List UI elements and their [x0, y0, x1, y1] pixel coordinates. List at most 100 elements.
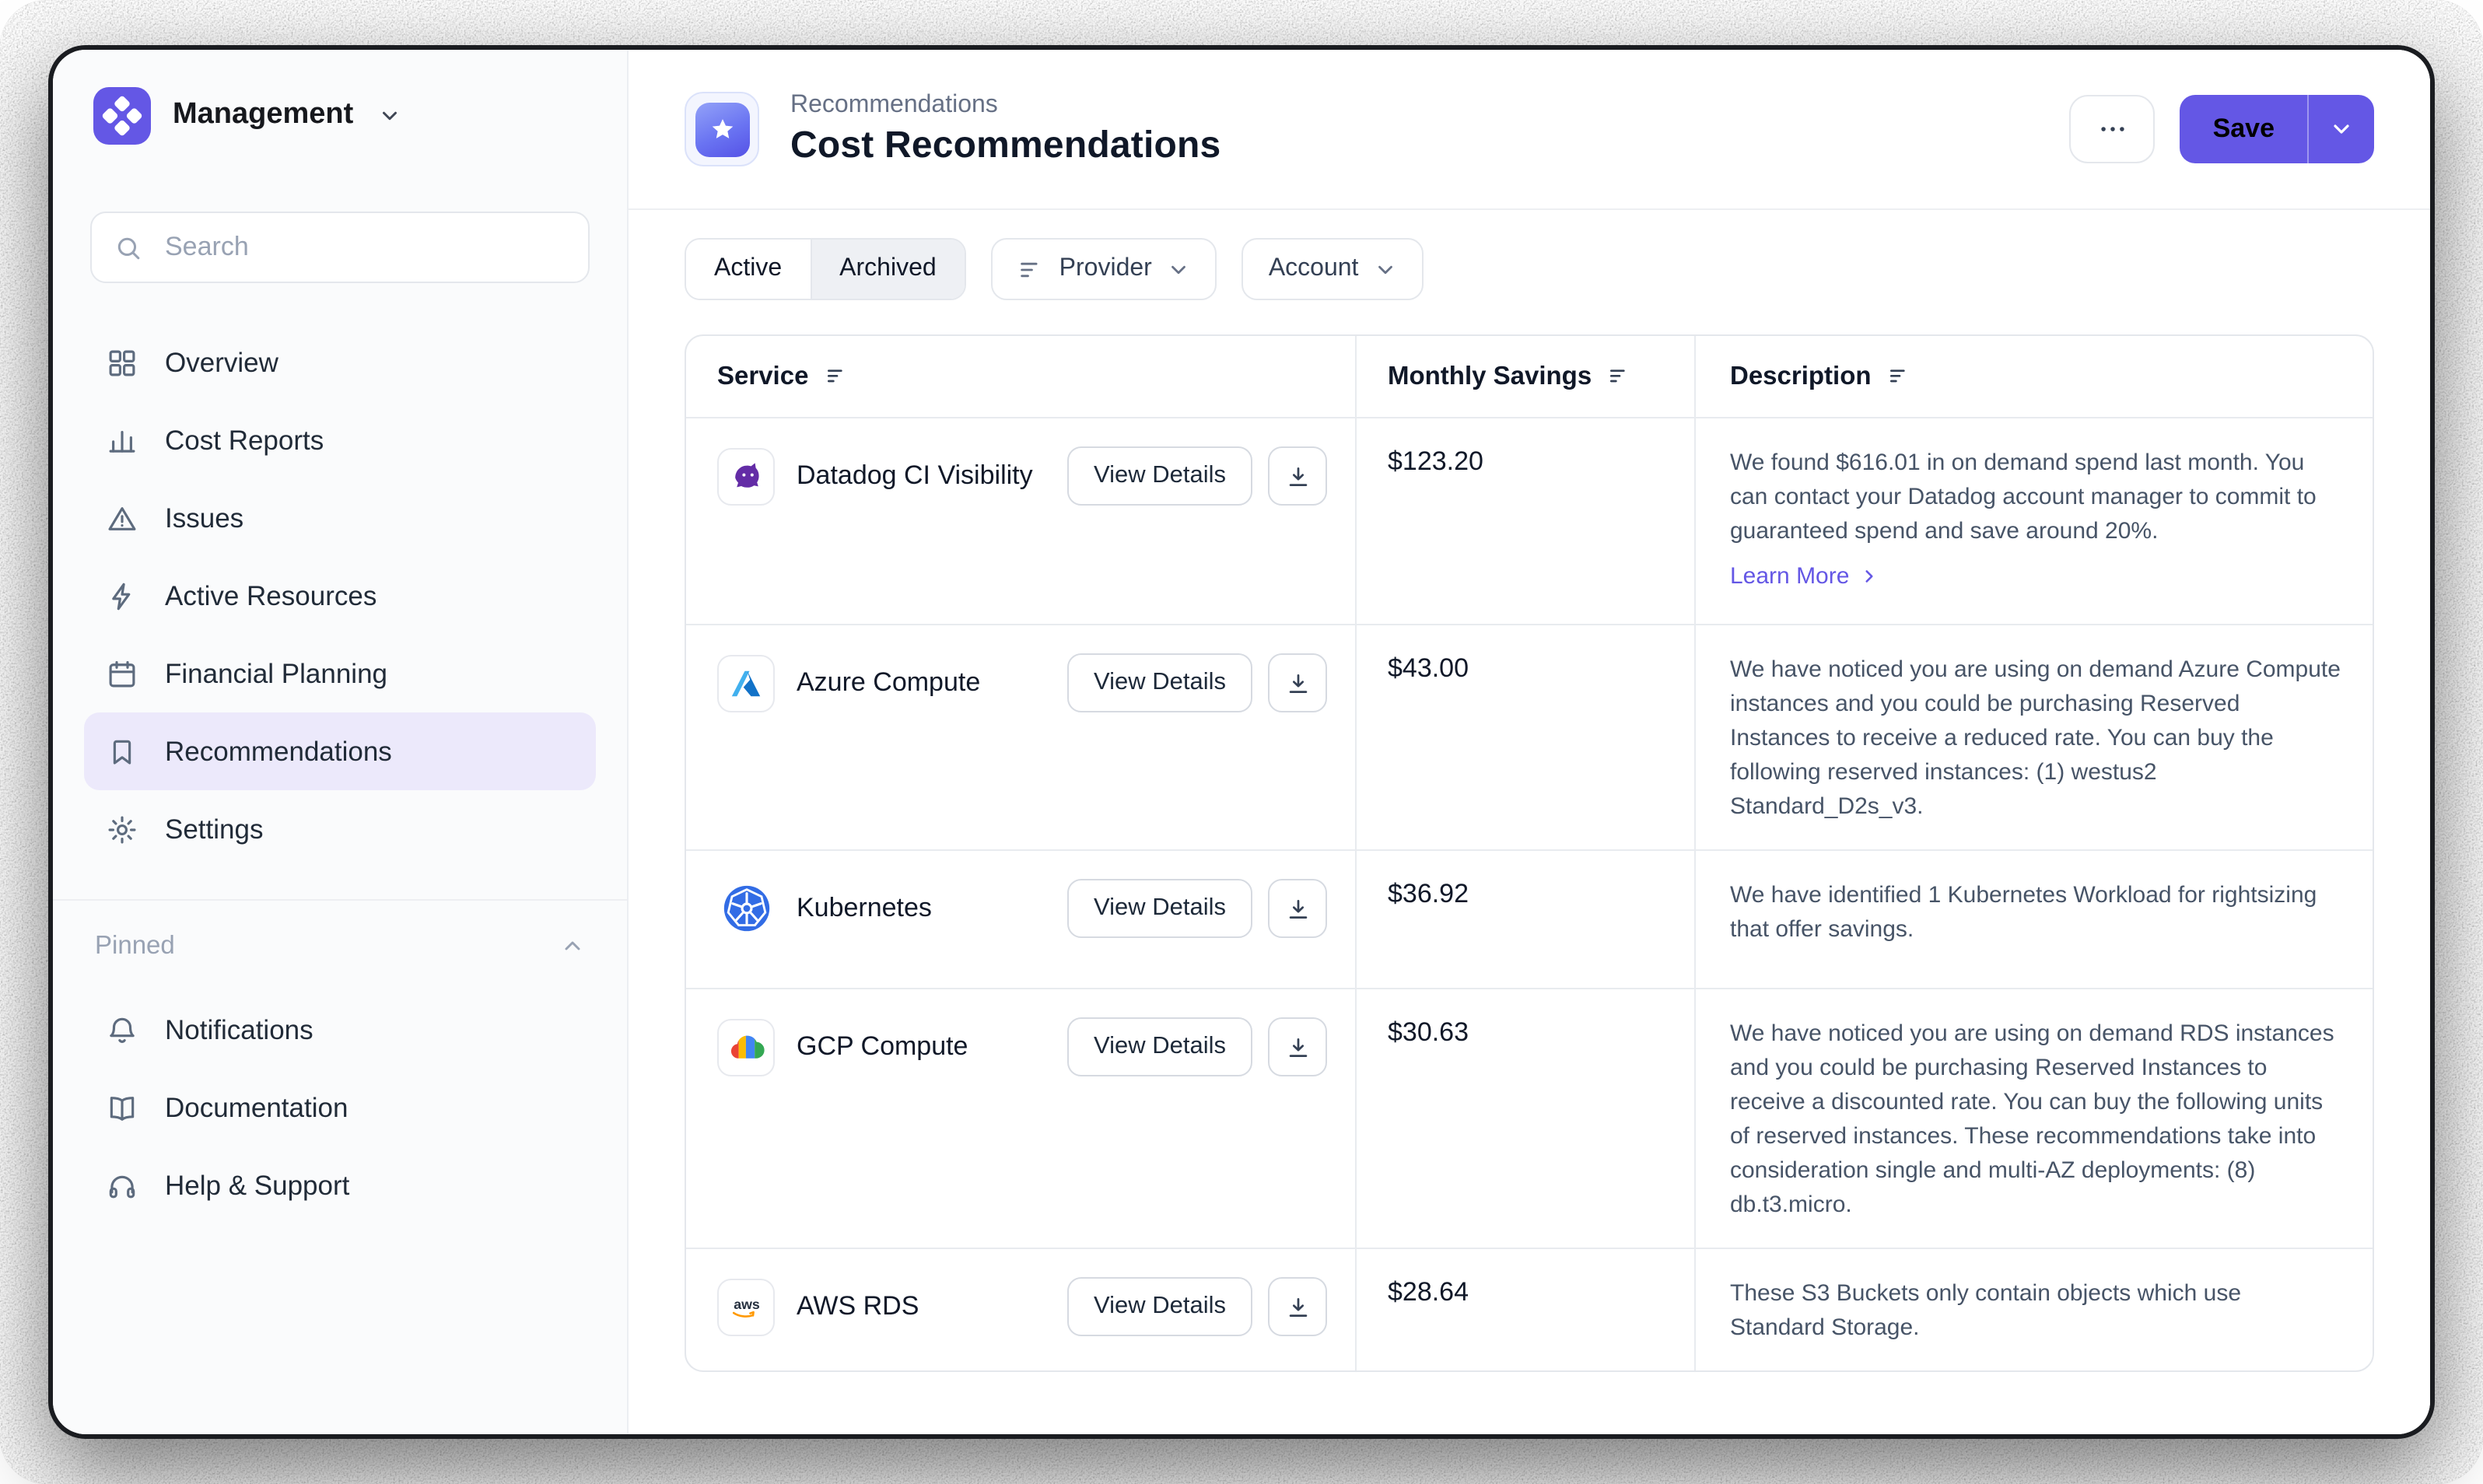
sidebar-item-issues[interactable]: Issues — [84, 479, 596, 557]
chevron-down-icon — [1168, 257, 1191, 281]
service-name: AWS RDS — [797, 1291, 919, 1322]
provider-filter-label: Provider — [1059, 255, 1152, 283]
view-details-button[interactable]: View Details — [1067, 1017, 1252, 1076]
monthly-savings-value: $36.92 — [1388, 879, 1469, 908]
download-icon — [1284, 1034, 1311, 1060]
sidebar-item-help-support[interactable]: Help & Support — [84, 1146, 596, 1224]
svg-text:aws: aws — [733, 1297, 759, 1312]
sidebar-item-label: Issues — [165, 502, 243, 534]
provider-filter-button[interactable]: Provider — [991, 238, 1217, 300]
sidebar-item-financial-planning[interactable]: Financial Planning — [84, 635, 596, 712]
sidebar-item-label: Documentation — [165, 1091, 348, 1124]
download-icon — [1284, 1293, 1311, 1320]
sort-icon[interactable] — [1887, 364, 1912, 389]
sidebar-item-notifications[interactable]: Notifications — [84, 991, 596, 1069]
search-box[interactable] — [90, 212, 590, 283]
gear-icon — [104, 812, 138, 846]
sort-icon[interactable] — [1607, 364, 1632, 389]
grid-icon — [104, 345, 138, 380]
chevron-down-icon — [2329, 117, 2354, 142]
savings-cell: $43.00 — [1355, 625, 1694, 849]
sidebar-item-settings[interactable]: Settings — [84, 790, 596, 868]
column-header-description[interactable]: Description — [1694, 336, 2373, 417]
sidebar-item-label: Notifications — [165, 1013, 313, 1046]
service-name: Kubernetes — [797, 893, 932, 924]
account-filter-label: Account — [1269, 255, 1359, 283]
sidebar-item-label: Cost Reports — [165, 424, 324, 457]
datadog-logo-icon — [717, 447, 775, 505]
download-button[interactable] — [1268, 1017, 1327, 1076]
chevron-right-icon — [1858, 566, 1879, 586]
table-row: Azure Compute View Details $43.00 — [686, 625, 2373, 851]
download-button[interactable] — [1268, 653, 1327, 712]
gcp-logo-icon — [717, 1018, 775, 1076]
monthly-savings-value: $28.64 — [1388, 1277, 1469, 1307]
sort-icon[interactable] — [824, 364, 849, 389]
description-text: We have identified 1 Kubernetes Workload… — [1730, 879, 2341, 947]
column-header-monthly-savings[interactable]: Monthly Savings — [1355, 336, 1694, 417]
workspace-switcher[interactable]: Management — [53, 50, 627, 180]
sidebar-item-cost-reports[interactable]: Cost Reports — [84, 401, 596, 479]
bell-icon — [104, 1013, 138, 1047]
tab-archived[interactable]: Archived — [810, 240, 965, 299]
description-text: These S3 Buckets only contain objects wh… — [1730, 1277, 2341, 1346]
view-details-button[interactable]: View Details — [1067, 1277, 1252, 1336]
learn-more-link[interactable]: Learn More — [1730, 563, 1879, 590]
service-cell: Kubernetes View Details — [686, 851, 1355, 988]
column-header-service[interactable]: Service — [686, 336, 1355, 417]
page-icon — [685, 92, 759, 166]
savings-cell: $30.63 — [1355, 989, 1694, 1248]
kubernetes-logo-icon — [717, 880, 775, 937]
more-options-button[interactable] — [2070, 95, 2156, 163]
description-cell: We have noticed you are using on demand … — [1694, 989, 2373, 1248]
filter-bar: Active Archived Provider Account — [685, 238, 2374, 300]
table-row: aws AWS RDS View Details — [686, 1249, 2373, 1370]
sidebar-item-label: Financial Planning — [165, 657, 387, 690]
description-text: We have noticed you are using on demand … — [1730, 1017, 2341, 1223]
recommendations-table: Service Monthly Savings De — [685, 334, 2374, 1372]
warning-icon — [104, 501, 138, 535]
account-filter-button[interactable]: Account — [1242, 238, 1424, 300]
app-logo — [93, 86, 151, 144]
search-icon — [114, 233, 143, 262]
book-icon — [104, 1090, 138, 1125]
search-input[interactable] — [162, 230, 566, 264]
page-body: Active Archived Provider Account — [629, 210, 2430, 1434]
description-text: We have noticed you are using on demand … — [1730, 653, 2341, 824]
app-window: Management Overview — [48, 45, 2435, 1439]
table-row: Kubernetes View Details $36.92 — [686, 851, 2373, 989]
bookmark-icon — [104, 734, 138, 768]
column-label: Description — [1730, 362, 1872, 391]
view-details-button[interactable]: View Details — [1067, 879, 1252, 938]
sidebar-item-label: Help & Support — [165, 1169, 349, 1202]
sidebar-item-active-resources[interactable]: Active Resources — [84, 557, 596, 635]
savings-cell: $36.92 — [1355, 851, 1694, 988]
tab-active[interactable]: Active — [686, 240, 810, 299]
star-icon — [695, 102, 749, 156]
chevron-down-icon — [1374, 257, 1397, 281]
ellipsis-icon — [2096, 112, 2130, 146]
header-actions: Save — [2070, 95, 2374, 163]
sidebar-item-overview[interactable]: Overview — [84, 324, 596, 401]
save-dropdown-button[interactable] — [2309, 95, 2374, 163]
view-details-button[interactable]: View Details — [1067, 653, 1252, 712]
savings-cell: $123.20 — [1355, 418, 1694, 624]
download-button[interactable] — [1268, 879, 1327, 938]
monthly-savings-value: $123.20 — [1388, 446, 1483, 476]
bar-chart-icon — [104, 423, 138, 457]
sidebar: Management Overview — [53, 50, 629, 1434]
sidebar-item-recommendations[interactable]: Recommendations — [84, 712, 596, 790]
service-cell: GCP Compute View Details — [686, 989, 1355, 1248]
view-details-button[interactable]: View Details — [1067, 446, 1252, 506]
sidebar-item-documentation[interactable]: Documentation — [84, 1069, 596, 1146]
service-cell: Azure Compute View Details — [686, 625, 1355, 849]
download-icon — [1284, 463, 1311, 489]
workspace-name: Management — [173, 98, 353, 132]
pinned-label: Pinned — [95, 931, 175, 961]
download-button[interactable] — [1268, 446, 1327, 506]
pinned-section-header[interactable]: Pinned — [53, 901, 627, 991]
save-button[interactable]: Save — [2180, 95, 2307, 163]
table-row: Datadog CI Visibility View Details — [686, 418, 2373, 625]
page-title-block: Recommendations Cost Recommendations — [790, 91, 1220, 167]
download-button[interactable] — [1268, 1277, 1327, 1336]
